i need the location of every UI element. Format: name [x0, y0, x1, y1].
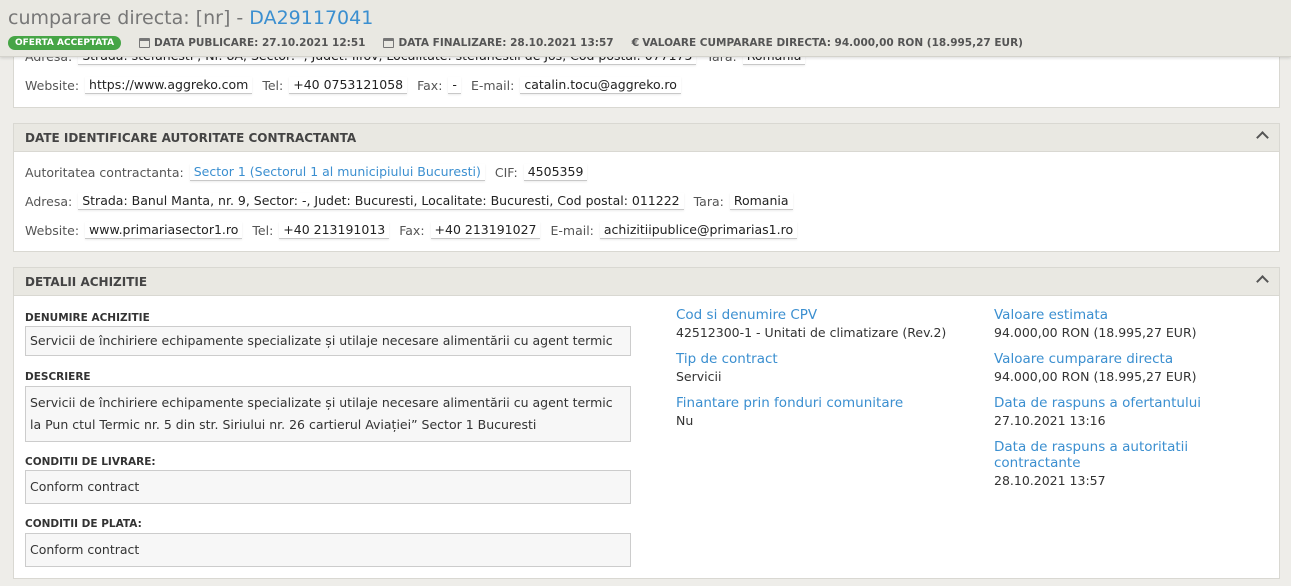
- page-title: cumparare directa: [nr] - DA29117041: [8, 7, 373, 29]
- delivery-conditions-label: CONDITII DE LIVRARE:: [25, 456, 156, 468]
- supplier-contact-row: Website: https://www.aggreko.com Tel: +4…: [25, 77, 691, 94]
- estimated-value-label: Valoare estimata: [994, 307, 1108, 323]
- page-header: cumparare directa: [nr] - DA29117041 OFE…: [0, 0, 1291, 57]
- direct-value-label: Valoare cumparare directa: [994, 351, 1174, 367]
- supplier-email[interactable]: catalin.tocu@aggreko.ro: [520, 77, 681, 94]
- status-badge: OFERTA ACCEPTATA: [8, 35, 122, 50]
- details-card: DETALII ACHIZITIE DENUMIRE ACHIZITIE Ser…: [13, 267, 1280, 579]
- authority-address-label: Adresa:: [25, 194, 73, 209]
- publish-date: DATA PUBLICARE: 27.10.2021 12:51: [139, 37, 365, 49]
- supplier-tel-label: Tel:: [262, 78, 284, 93]
- authority-cif: 4505359: [523, 164, 588, 181]
- calendar-icon: [383, 37, 395, 48]
- funds-info: Finantare prin fonduri comunitare Nu: [676, 395, 976, 428]
- authority-contact-row: Website: www.primariasector1.ro Tel: +40…: [25, 222, 807, 239]
- description-label: DESCRIERE: [25, 371, 91, 383]
- authority-fax: +40 213191027: [430, 222, 541, 239]
- direct-value-text: VALOARE CUMPARARE DIRECTA: 94.000,00 RON…: [642, 36, 1023, 49]
- title-prefix: cumparare directa: [nr] -: [8, 7, 250, 29]
- authority-email[interactable]: achizitiipublice@primarias1.ro: [599, 222, 798, 239]
- direct-value: € VALOARE CUMPARARE DIRECTA: 94.000,00 R…: [632, 36, 1023, 49]
- authority-card-title: DATE IDENTIFICARE AUTORITATE CONTRACTANT…: [25, 130, 357, 145]
- authority-website-label: Website:: [25, 223, 80, 238]
- authority-country: Romania: [729, 193, 793, 210]
- authority-tel-label: Tel:: [252, 223, 274, 238]
- direct-value-amount: 94.000,00 RON (18.995,27 EUR): [994, 369, 1197, 384]
- chevron-up-icon[interactable]: [1256, 275, 1269, 288]
- funds-value: Nu: [676, 413, 694, 428]
- supplier-fax: -: [448, 77, 461, 94]
- authority-card: DATE IDENTIFICARE AUTORITATE CONTRACTANT…: [13, 123, 1280, 252]
- payment-conditions-field: Conform contract: [25, 533, 631, 567]
- direct-value-info: Valoare cumparare directa 94.000,00 RON …: [994, 351, 1244, 384]
- procurement-code-link[interactable]: DA29117041: [249, 7, 373, 29]
- authority-website[interactable]: www.primariasector1.ro: [85, 222, 243, 239]
- supplier-fax-label: Fax:: [417, 78, 443, 93]
- authority-reply-label: Data de raspuns a autoritatii contractan…: [994, 439, 1189, 471]
- authority-address-row: Adresa: Strada: Banul Manta, nr. 9, Sect…: [25, 193, 803, 210]
- authority-cif-label: CIF:: [494, 165, 518, 180]
- authority-reply-value: 28.10.2021 13:57: [994, 473, 1106, 488]
- contract-type-value: Servicii: [676, 369, 722, 384]
- authority-name-label: Autoritatea contractanta:: [25, 165, 184, 180]
- euro-icon: €: [631, 36, 640, 49]
- supplier-email-label: E-mail:: [470, 78, 515, 93]
- estimated-value: 94.000,00 RON (18.995,27 EUR): [994, 325, 1197, 340]
- authority-card-header[interactable]: DATE IDENTIFICARE AUTORITATE CONTRACTANT…: [14, 124, 1279, 152]
- contract-type-info: Tip de contract Servicii: [676, 351, 976, 384]
- authority-tel: +40 213191013: [279, 222, 390, 239]
- authority-fax-label: Fax:: [399, 223, 425, 238]
- details-card-title: DETALII ACHIZITIE: [25, 274, 148, 289]
- authority-name-link[interactable]: Sector 1 (Sectorul 1 al municipiului Buc…: [189, 164, 485, 181]
- procurement-name-label: DENUMIRE ACHIZITIE: [25, 312, 150, 324]
- bidder-reply-info: Data de raspuns a ofertantului 27.10.202…: [994, 395, 1244, 428]
- supplier-website[interactable]: https://www.aggreko.com: [85, 77, 253, 94]
- delivery-conditions-field: Conform contract: [25, 470, 631, 504]
- cpv-label: Cod si denumire CPV: [676, 307, 818, 323]
- procurement-name-field: Servicii de închiriere echipamente speci…: [25, 326, 631, 356]
- description-field: Servicii de închiriere echipamente speci…: [25, 386, 631, 442]
- authority-email-label: E-mail:: [550, 223, 594, 238]
- authority-name-row: Autoritatea contractanta: Sector 1 (Sect…: [25, 164, 597, 181]
- authority-address: Strada: Banul Manta, nr. 9, Sector: -, J…: [78, 193, 684, 210]
- finalize-date-text: DATA FINALIZARE: 28.10.2021 13:57: [398, 36, 614, 49]
- chevron-up-icon[interactable]: [1256, 131, 1269, 144]
- contract-type-label: Tip de contract: [676, 351, 778, 367]
- header-meta: OFERTA ACCEPTATA DATA PUBLICARE: 27.10.2…: [8, 34, 1041, 51]
- supplier-website-label: Website:: [25, 78, 80, 93]
- authority-reply-info: Data de raspuns a autoritatii contractan…: [994, 439, 1204, 488]
- funds-label: Finantare prin fonduri comunitare: [676, 395, 904, 411]
- details-card-header[interactable]: DETALII ACHIZITIE: [14, 268, 1279, 296]
- bidder-reply-value: 27.10.2021 13:16: [994, 413, 1106, 428]
- publish-date-text: DATA PUBLICARE: 27.10.2021 12:51: [154, 36, 366, 49]
- cpv-info: Cod si denumire CPV 42512300-1 - Unitati…: [676, 307, 976, 340]
- payment-conditions-label: CONDITII DE PLATA:: [25, 518, 142, 530]
- finalize-date: DATA FINALIZARE: 28.10.2021 13:57: [383, 36, 614, 49]
- bidder-reply-label: Data de raspuns a ofertantului: [994, 395, 1202, 411]
- authority-country-label: Tara:: [693, 194, 724, 209]
- supplier-tel: +40 0753121058: [289, 77, 408, 94]
- cpv-value: 42512300-1 - Unitati de climatizare (Rev…: [676, 325, 947, 340]
- calendar-icon: [139, 37, 151, 48]
- estimated-value-info: Valoare estimata 94.000,00 RON (18.995,2…: [994, 307, 1244, 340]
